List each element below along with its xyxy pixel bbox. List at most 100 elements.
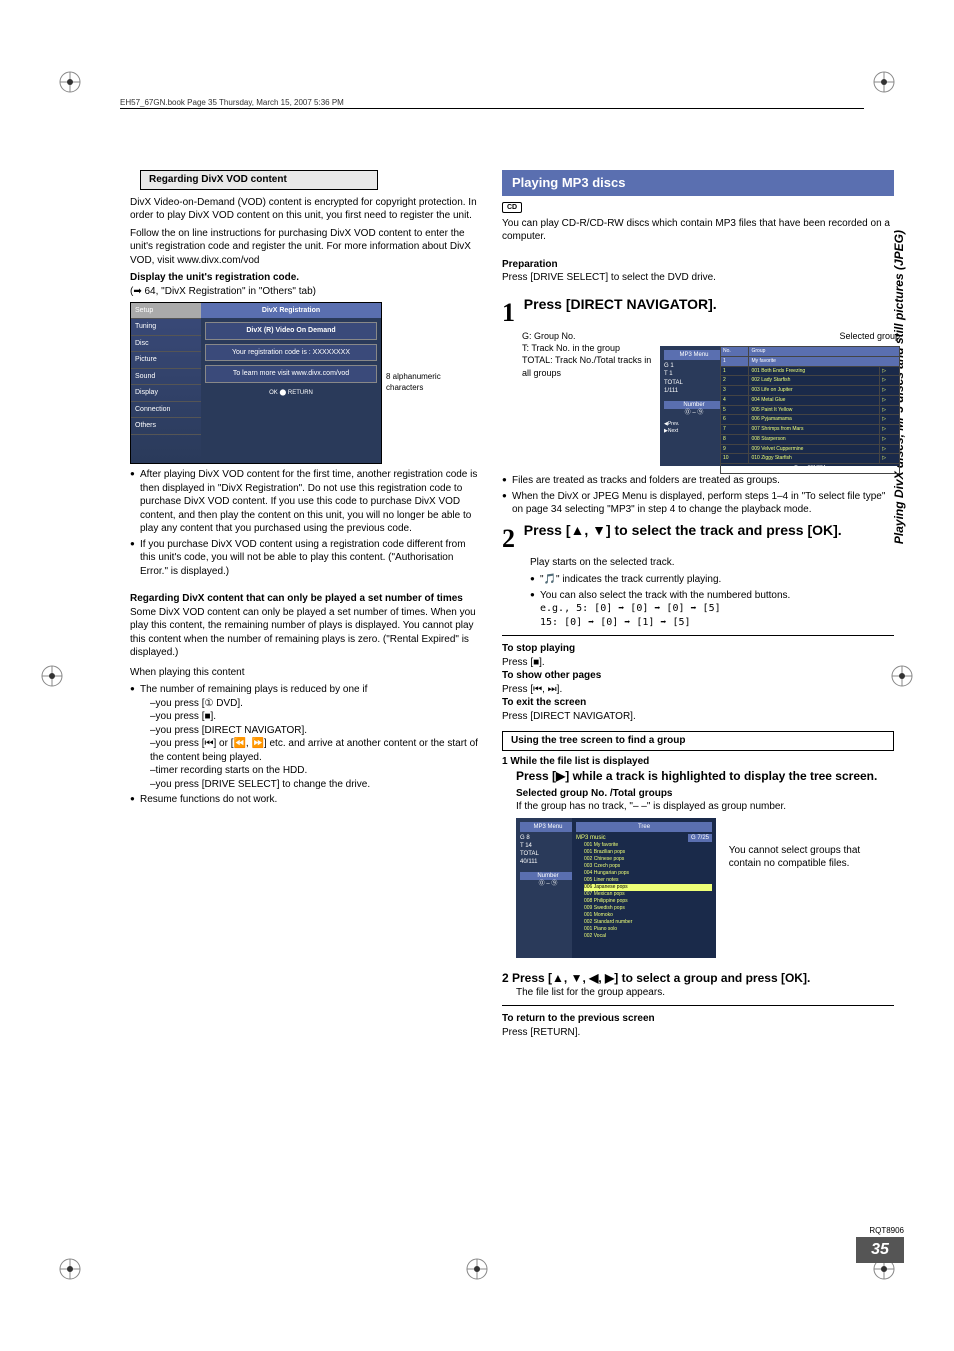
setup-subtitle: DivX (R) Video On Demand [205,322,377,339]
content-area: Regarding DivX VOD content DivX Video-on… [130,170,894,1039]
action-text: Press [DIRECT NAVIGATOR]. [502,710,894,724]
setup-main: DivX Registration DivX (R) Video On Dema… [201,303,381,463]
paragraph: Follow the on line instructions for purc… [130,227,478,268]
bullet-item: When the DivX or JPEG Menu is displayed,… [502,490,894,517]
paragraph: Press [DRIVE SELECT] to select the DVD d… [502,271,894,285]
dash-item: –you press [① DVD]. [140,697,478,711]
mp3-track-list: No.Group 1My favorite 1001 Both Ends Fre… [720,346,900,466]
step-number: 2 [502,524,515,553]
setup-tab: Disc [131,336,201,352]
tree-side: MP3 Menu G 8T 14TOTAL40/111 Number ⓪ – ⑨ [516,818,580,958]
sub-heading: Display the unit's registration code. [130,271,478,285]
tree-selected-label: Selected group No. /Total groups [516,787,894,801]
text: You can also select the track with the n… [540,590,790,601]
tree-step-2: 2 Press [▲, ▼, ◀, ▶] to select a group a… [502,970,894,986]
bullet-list: The number of remaining plays is reduced… [130,683,478,807]
crop-mark-icon [872,70,896,94]
rule [502,1005,894,1006]
tree-badge: G 7/25 [688,834,712,842]
tree-list: 001 My favorite 001 Brazilian pops 002 C… [576,842,712,940]
tree-screenshot: MP3 Menu G 8T 14TOTAL40/111 Number ⓪ – ⑨… [516,818,716,958]
mp3-menu-side: MP3 Menu G 1T 1TOTAL 1/111 Number ⓪ – ⑨ … [660,346,728,466]
step-title: Press [▲, ▼] to select the track and pre… [524,522,842,538]
cross-ref: (➡ 64, "DivX Registration" in "Others" t… [130,285,478,299]
paragraph: When playing this content [130,666,478,680]
text: Play starts on the selected track. [530,556,894,570]
group-name: My favorite [749,356,900,366]
dash-item: –you press [⏮] or [⏪, ⏩] etc. and arrive… [140,737,478,764]
tree-box-heading: Using the tree screen to find a group [502,731,894,751]
section-heading: Playing MP3 discs [502,170,894,196]
tree-root: MP3 music [576,834,606,842]
action-heading: To show other pages [502,669,894,683]
paragraph: Some DivX VOD content can only be played… [130,606,478,660]
tree-main: Tree MP3 music G 7/25 001 My favorite 00… [572,818,716,958]
crop-mark-icon [465,1257,489,1281]
tree-step-heading: 1 While the file list is displayed [502,755,894,769]
action-heading: To exit the screen [502,696,894,710]
setup-tab: Picture [131,352,201,368]
legend-g: G: Group No. [522,330,652,342]
tree-title: Tree [576,822,712,832]
track-footer: Page 001/024 [721,464,900,474]
right-column: Playing MP3 discs CD You can play CD-R/C… [502,170,894,1039]
dash-item: –timer recording starts on the HDD. [140,764,478,778]
action-text: Press [■]. [502,656,894,670]
header-rule [120,108,864,109]
divx-vod-heading: Regarding DivX VOD content [140,170,378,190]
rqt-code: RQT8906 [869,1226,904,1235]
setup-tab: Connection [131,402,201,418]
step-detail: Play starts on the selected track. "🎵" i… [530,556,894,630]
legend-t: T: Track No. in the group [522,342,652,354]
bullet-item: The number of remaining plays is reduced… [130,683,478,791]
dash-item: –you press [DIRECT NAVIGATOR]. [140,724,478,738]
header-pagination-text: EH57_67GN.book Page 35 Thursday, March 1… [120,98,344,107]
setup-screenshot: Setup Tuning Disc Picture Sound Display … [130,302,382,464]
action-text: Press [⏮, ⏭]. [502,683,894,697]
step-title: Press [DIRECT NAVIGATOR]. [524,296,717,312]
legend: G: Group No. T: Track No. in the group T… [522,330,652,379]
action-heading: To return to the previous screen [502,1012,894,1026]
left-column: Regarding DivX VOD content DivX Video-on… [130,170,478,1039]
tree-side-note: You cannot select groups that contain no… [729,844,869,871]
bullet-list: After playing DivX VOD content for the f… [130,468,478,578]
setup-tab: Sound [131,369,201,385]
setup-sidebar: Setup Tuning Disc Picture Sound Display … [131,303,201,463]
crop-mark-icon [40,664,64,688]
bullet-item: After playing DivX VOD content for the f… [130,468,478,536]
bullet-item: "🎵" indicates the track currently playin… [530,573,894,587]
paragraph: DivX Video-on-Demand (VOD) content is en… [130,196,478,223]
dash-item: –you press [DRIVE SELECT] to change the … [140,778,478,792]
step-number: 1 [502,298,515,327]
crop-mark-icon [58,1257,82,1281]
mp3-menu-screenshot: MP3 Menu G 1T 1TOTAL 1/111 Number ⓪ – ⑨ … [660,346,900,466]
bullet-item: Files are treated as tracks and folders … [502,474,894,488]
media-badge: CD [502,202,522,213]
bullet-list: Files are treated as tracks and folders … [502,474,894,517]
example: e.g., 5: [0] ➡ [0] ➡ [0] ➡ [5] [540,602,894,616]
selected-group-label: Selected group [660,330,900,342]
action-heading: To stop playing [502,642,894,656]
page-number: 35 [856,1237,904,1263]
setup-tab: Tuning [131,319,201,335]
setup-tab: Display [131,385,201,401]
setup-tab: Setup [131,303,201,319]
paragraph: You can play CD-R/CD-RW discs which cont… [502,217,894,244]
legend-total: TOTAL: Track No./Total tracks in all gro… [522,354,652,378]
bullet-text: The number of remaining plays is reduced… [140,684,367,695]
action-text: Press [RETURN]. [502,1026,894,1040]
crop-mark-icon [58,70,82,94]
preparation-heading: Preparation [502,258,894,272]
setup-tab: Others [131,418,201,434]
tree-note: If the group has no track, "– –" is disp… [516,800,894,814]
bullet-item: If you purchase DivX VOD content using a… [130,538,478,579]
bullet-item: Resume functions do not work. [130,793,478,807]
example: 15: [0] ➡ [0] ➡ [1] ➡ [5] [540,616,894,630]
setup-title: DivX Registration [201,303,381,318]
dash-item: –you press [■]. [140,710,478,724]
callout-text: 8 alphanumeric characters [386,372,476,394]
bullet-list: "🎵" indicates the track currently playin… [530,573,894,629]
setup-regcode: Your registration code is : XXXXXXXX [205,344,377,361]
tree-step-sub: Press [▶] while a track is highlighted t… [516,768,894,784]
paragraph: The file list for the group appears. [516,986,894,1000]
